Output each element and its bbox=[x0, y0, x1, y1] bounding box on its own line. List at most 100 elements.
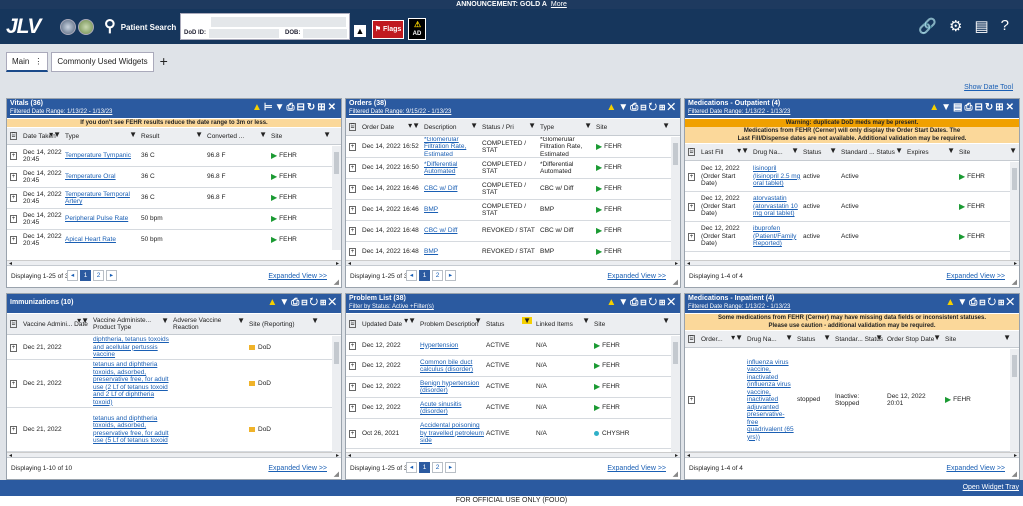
expand-all-icon[interactable]: ⌸ bbox=[349, 123, 356, 131]
table-row[interactable]: + Dec 12, 2022 (Order Start Date) atorvasta… bbox=[685, 192, 1019, 222]
col-status[interactable]: Status ▼ bbox=[484, 314, 534, 334]
prev-page-icon[interactable]: ◂ bbox=[67, 270, 78, 281]
col-vaccine-date[interactable]: Vaccine Admini... Date ▾▼ bbox=[21, 314, 91, 334]
resize-handle-icon[interactable]: ◢ bbox=[334, 470, 339, 478]
vertical-scrollbar[interactable] bbox=[1010, 162, 1019, 260]
table-row[interactable]: + Dec 21, 2022 tetanus and diphtheria toxo… bbox=[7, 408, 341, 452]
resize-handle-icon[interactable]: ◢ bbox=[1012, 278, 1017, 286]
page-2[interactable]: 2 bbox=[93, 270, 104, 281]
col-last-fill[interactable]: Last Fill ▾▼ bbox=[699, 144, 751, 160]
advance-directive-button[interactable]: AD bbox=[408, 10, 426, 40]
col-problem-description[interactable]: Problem Description ▼ bbox=[418, 314, 484, 334]
col-drug-name[interactable]: Drug Na... ▼ bbox=[745, 331, 795, 347]
page-2[interactable]: 2 bbox=[432, 270, 443, 281]
tab-commonly-used-widgets[interactable]: Commonly Used Widgets bbox=[51, 52, 154, 72]
vertical-scrollbar[interactable] bbox=[332, 336, 341, 452]
table-row[interactable]: + influenza virus vaccine, inactivated (i… bbox=[685, 349, 1019, 452]
page-1[interactable]: 1 bbox=[419, 270, 430, 281]
document-icon[interactable]: ▤ bbox=[974, 17, 988, 35]
page-1[interactable]: 1 bbox=[80, 270, 91, 281]
table-row[interactable]: + Dec 12, 2022 (Order Start Date) ibuprofen… bbox=[685, 222, 1019, 252]
filters-link[interactable]: +Filter(s) bbox=[410, 304, 434, 310]
table-row[interactable]: + Dec 14, 2022 16:48 CBC w/ Diff REVOKED / … bbox=[346, 221, 680, 242]
prev-page-icon[interactable]: ◂ bbox=[406, 270, 417, 281]
widget-toolbar-icons[interactable]: ▲▼⎙⊟↻⊞✕ bbox=[606, 102, 677, 113]
add-tab-icon[interactable]: + bbox=[157, 52, 171, 72]
expanded-view-link[interactable]: Expanded View >> bbox=[946, 465, 1005, 472]
col-status[interactable]: Status ▼ bbox=[801, 144, 839, 160]
widget-subtitle[interactable]: Filtered Date Range: 1/13/22 - 1/13/23 bbox=[688, 304, 790, 310]
open-widget-tray-link[interactable]: Open Widget Tray bbox=[963, 484, 1019, 491]
prev-page-icon[interactable]: ◂ bbox=[406, 462, 417, 473]
col-status[interactable]: Status / Pri ▼ bbox=[480, 119, 538, 135]
expand-all-icon[interactable]: ⌸ bbox=[10, 320, 17, 328]
col-date-taken[interactable]: Date Taken ▾▼ bbox=[21, 128, 63, 144]
col-site[interactable]: Site ▼ bbox=[592, 314, 672, 334]
table-row[interactable]: + Dec 12, 2022 Common bile duct calculus (… bbox=[346, 356, 680, 377]
table-row[interactable]: + Dec 14, 2022 20:45 Temperature Temporal … bbox=[7, 188, 341, 209]
widget-subtitle[interactable]: Filtered Date Range: 9/15/22 - 1/13/23 bbox=[349, 109, 451, 115]
alert-icon[interactable]: ▲ bbox=[354, 25, 366, 37]
page-1[interactable]: 1 bbox=[419, 462, 430, 473]
widget-toolbar-icons[interactable]: ▲▼⎙⊟↻⊞✕ bbox=[606, 297, 677, 308]
col-type[interactable]: Type ▼ bbox=[538, 119, 594, 135]
col-order-stop-date[interactable]: Order Stop Date ▼ bbox=[885, 331, 943, 347]
col-site[interactable]: Site ▼ bbox=[943, 331, 1013, 347]
col-vaccine-product[interactable]: Vaccine Administe... Product Type ▼ bbox=[91, 314, 171, 334]
link-icon[interactable]: 🔗 bbox=[918, 17, 937, 35]
col-order[interactable]: Order... ▾▼ bbox=[699, 331, 745, 347]
table-row[interactable]: + Dec 12, 2022 Hypertension ACTIVE N/A ▶ FEHR bbox=[346, 336, 680, 356]
col-linked-items[interactable]: Linked Items ▼ bbox=[534, 314, 592, 334]
show-date-tool-link[interactable]: Show Date Tool bbox=[964, 84, 1013, 91]
table-row[interactable]: + Dec 14, 2022 16:46 CBC w/ Diff COMPLETED … bbox=[346, 179, 680, 200]
table-row[interactable]: + Dec 14, 2022 20:45 Peripheral Pulse Rate… bbox=[7, 209, 341, 230]
expanded-view-link[interactable]: Expanded View >> bbox=[607, 465, 666, 472]
resize-handle-icon[interactable]: ◢ bbox=[1012, 470, 1017, 478]
widget-toolbar-icons[interactable]: ▲▼⎙⊟↻⊞✕ bbox=[945, 297, 1016, 308]
table-row[interactable]: + Dec 14, 2022 20:45 Temperature Tympanic 3… bbox=[7, 146, 341, 167]
resize-handle-icon[interactable]: ◢ bbox=[334, 278, 339, 286]
col-converted[interactable]: Converted ... ▼ bbox=[205, 128, 269, 144]
widget-toolbar-icons[interactable]: ▲⊨▼⎙⊟↻⊞✕ bbox=[252, 102, 338, 113]
col-description[interactable]: Description ▼ bbox=[422, 119, 480, 135]
col-adverse-reaction[interactable]: Adverse Vaccine Reaction ▼ bbox=[171, 314, 247, 334]
announcement-more-link[interactable]: More bbox=[551, 1, 567, 8]
table-row[interactable]: + Dec 14, 2022 16:48 BMP REVOKED / STAT BMP ▶… bbox=[346, 242, 680, 260]
next-page-icon[interactable]: ▸ bbox=[445, 462, 456, 473]
table-row[interactable]: + Dec 14, 2022 20:45 Apical Heart Rate 50 b… bbox=[7, 230, 341, 250]
next-page-icon[interactable]: ▸ bbox=[445, 270, 456, 281]
vertical-scrollbar[interactable] bbox=[332, 146, 341, 250]
widget-subtitle[interactable]: Filtered Date Range: 1/13/22 - 1/13/23 bbox=[10, 109, 112, 115]
expanded-view-link[interactable]: Expanded View >> bbox=[268, 273, 327, 280]
vertical-scrollbar[interactable] bbox=[671, 336, 680, 452]
vertical-scrollbar[interactable] bbox=[1010, 349, 1019, 452]
col-standard-status[interactable]: Standar... Status ▼ bbox=[833, 331, 885, 347]
expanded-view-link[interactable]: Expanded View >> bbox=[607, 273, 666, 280]
next-page-icon[interactable]: ▸ bbox=[106, 270, 117, 281]
table-row[interactable]: + Oct 26, 2021 Accidental poisoning by tra… bbox=[346, 419, 680, 449]
col-site[interactable]: Site ▼ bbox=[269, 128, 333, 144]
table-row[interactable]: + Dec 12, 2022 Benign hypertension (disord… bbox=[346, 377, 680, 398]
table-row[interactable]: + Dec 12, 2022 (Order Start Date) lisinopri… bbox=[685, 162, 1019, 192]
tab-main[interactable]: Main ⋮ bbox=[6, 52, 49, 72]
page-2[interactable]: 2 bbox=[432, 462, 443, 473]
vertical-scrollbar[interactable] bbox=[671, 137, 680, 260]
table-row[interactable]: + Dec 12, 2022 Acute sinusitis (disorder) A… bbox=[346, 398, 680, 419]
gear-icon[interactable]: ⚙ bbox=[949, 17, 962, 35]
table-row[interactable]: + Dec 14, 2022 16:50 *Differential Automat… bbox=[346, 158, 680, 179]
flags-button[interactable]: ⚑ Flags bbox=[372, 20, 404, 39]
col-result[interactable]: Result ▼ bbox=[139, 128, 205, 144]
col-expires[interactable]: Expires ▼ bbox=[905, 144, 957, 160]
expand-all-icon[interactable]: ⌸ bbox=[7, 128, 21, 144]
col-drug-name[interactable]: Drug Na... ▼ bbox=[751, 144, 801, 160]
table-row[interactable]: + Dec 14, 2022 16:52 *Glomerular Filtratio… bbox=[346, 137, 680, 158]
col-site-reporting[interactable]: Site (Reporting) ▼ bbox=[247, 314, 321, 334]
expanded-view-link[interactable]: Expanded View >> bbox=[268, 465, 327, 472]
expand-all-icon[interactable]: ⌸ bbox=[688, 148, 695, 156]
help-icon[interactable]: ? bbox=[1001, 17, 1009, 35]
col-site[interactable]: Site ▼ bbox=[957, 144, 1019, 160]
resize-handle-icon[interactable]: ◢ bbox=[673, 470, 678, 478]
expanded-view-link[interactable]: Expanded View >> bbox=[946, 273, 1005, 280]
widget-toolbar-icons[interactable]: ▲▼▤⎙⊟↻⊞✕ bbox=[929, 102, 1016, 113]
widget-toolbar-icons[interactable]: ▲▼⎙⊟↻⊞✕ bbox=[267, 297, 338, 308]
